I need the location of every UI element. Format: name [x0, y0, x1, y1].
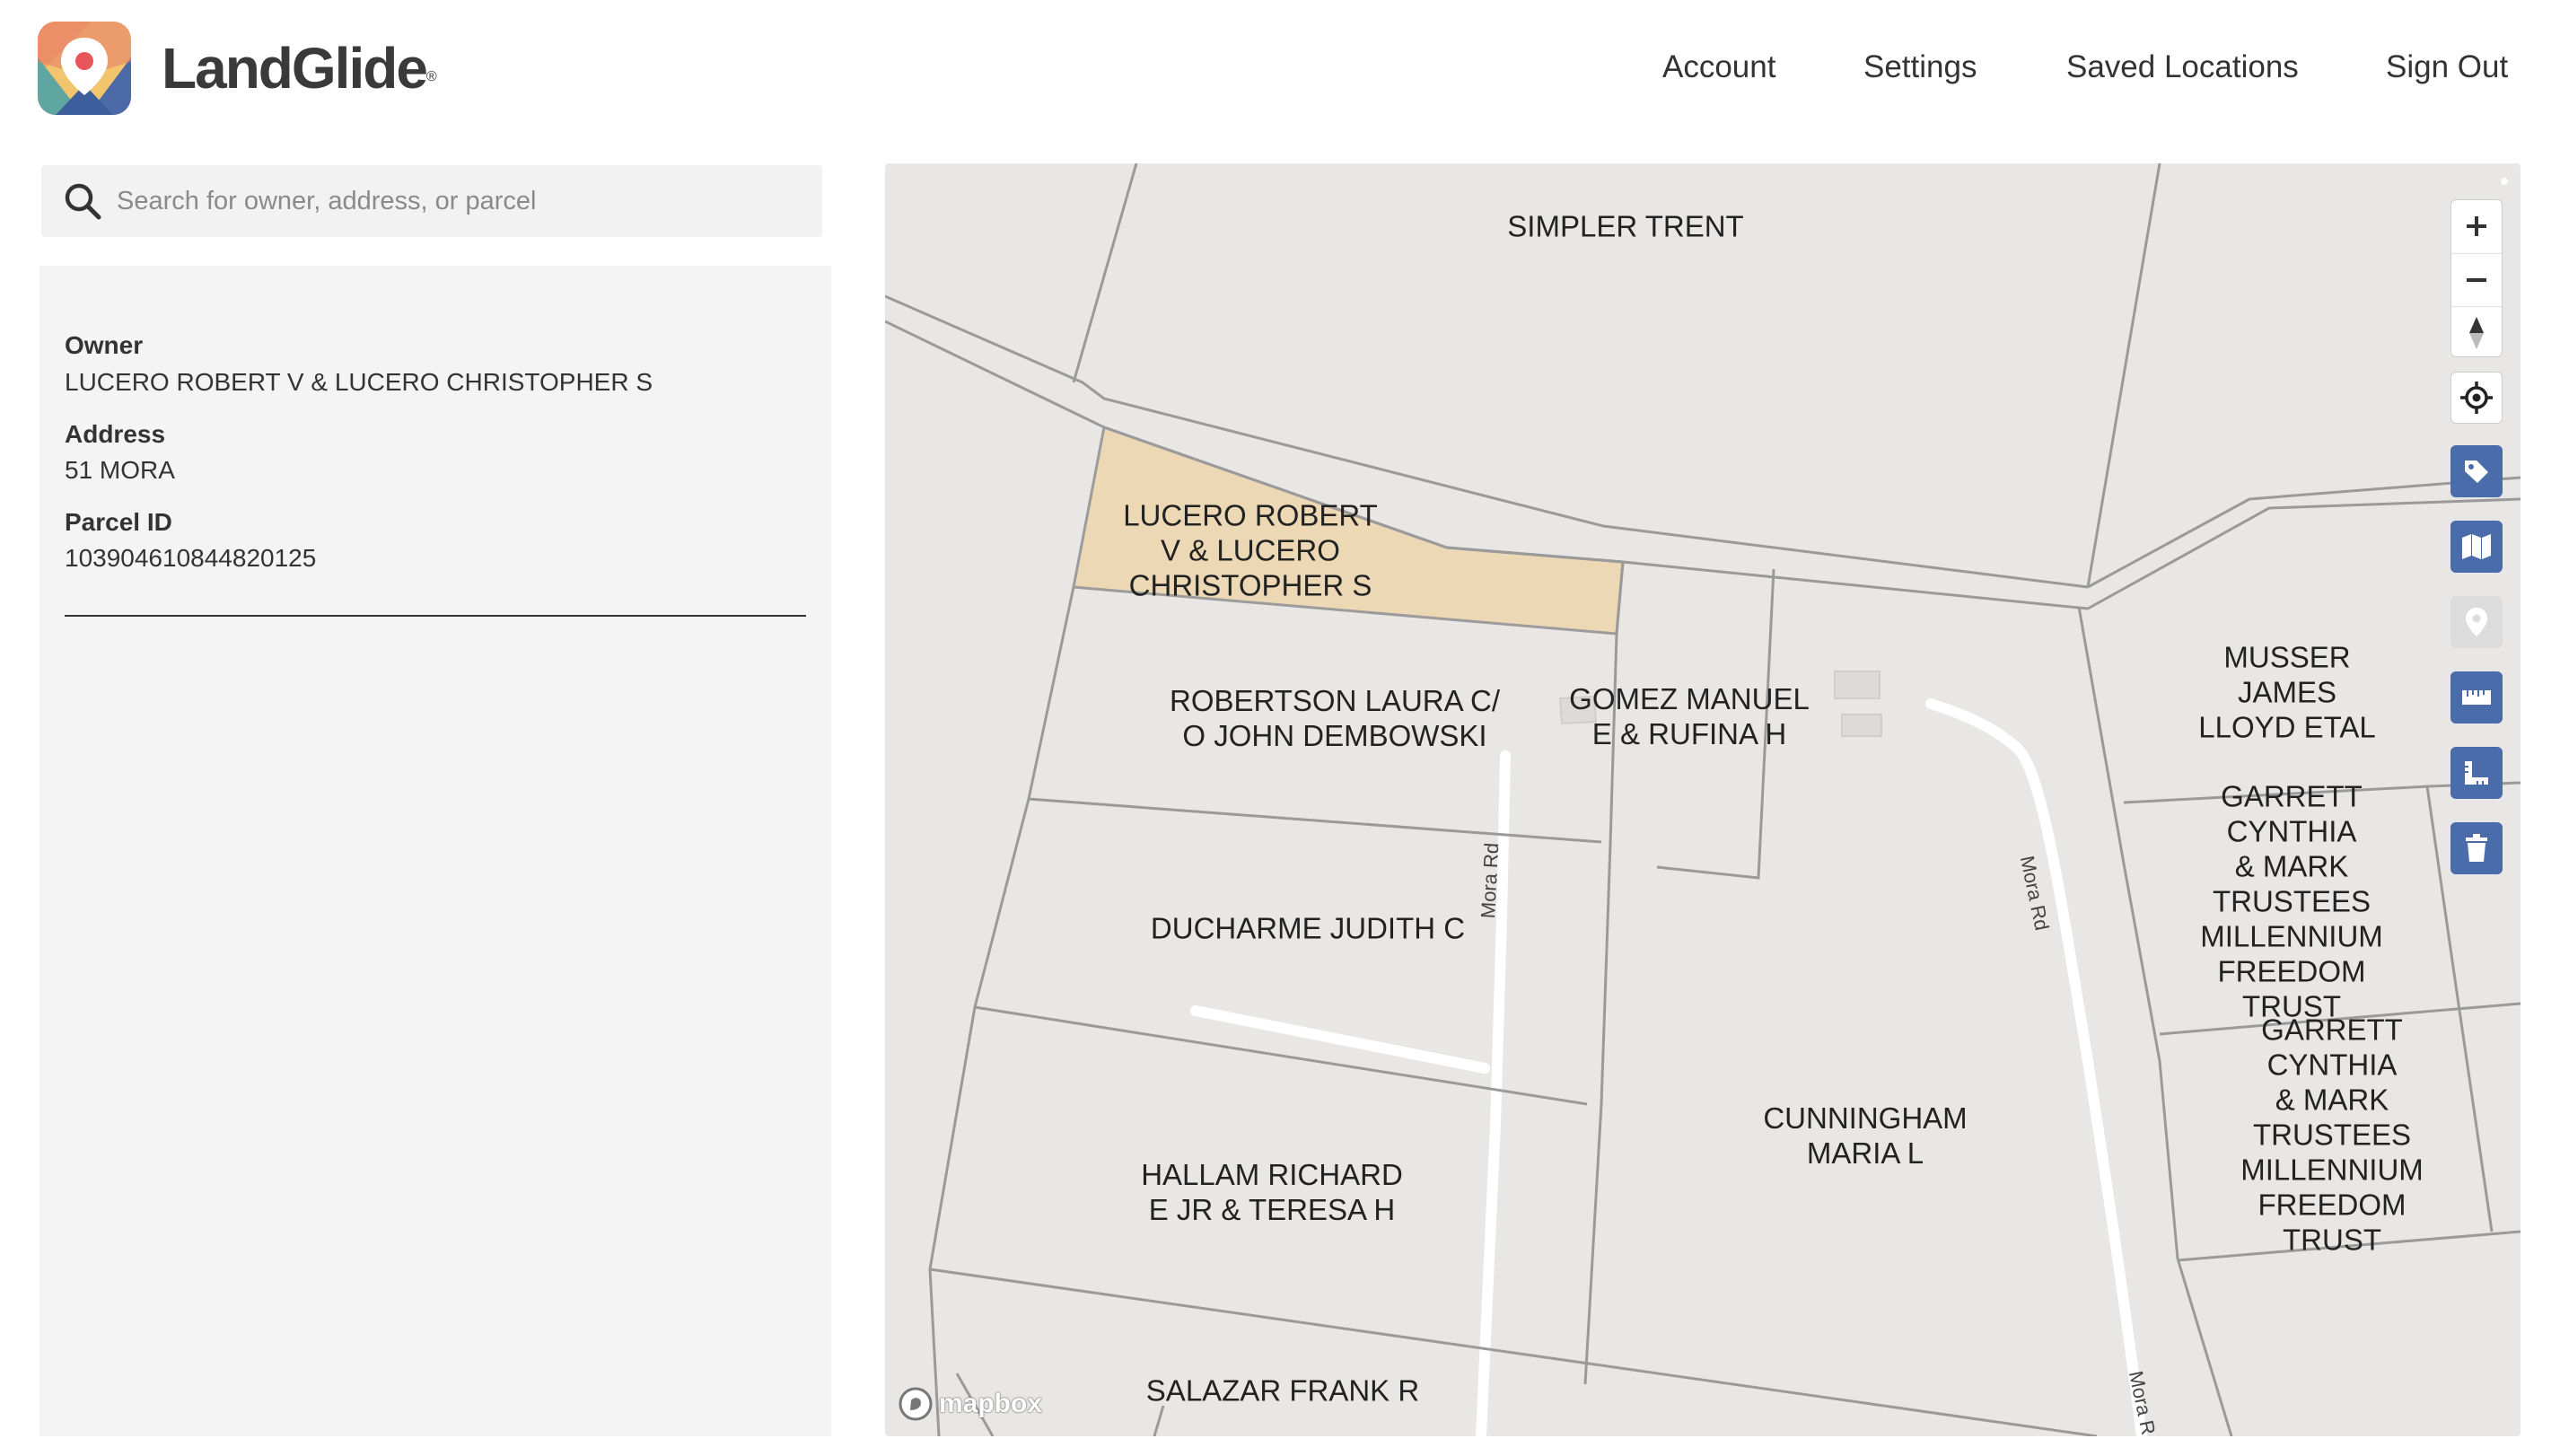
drop-pin-button[interactable] — [2450, 596, 2503, 648]
measure-area-button[interactable] — [2450, 747, 2503, 799]
mapbox-attribution[interactable]: mapbox — [898, 1384, 1042, 1424]
parcel-label-gomez[interactable]: GOMEZ MANUEL E & RUFINA H — [1569, 681, 1810, 751]
reset-north-button[interactable] — [2451, 306, 2502, 356]
map-icon — [2462, 534, 2491, 559]
trash-icon — [2466, 834, 2487, 862]
parcel-label-salazar[interactable]: SALAZAR FRANK R — [1146, 1373, 1419, 1408]
nav-sign-out[interactable]: Sign Out — [2386, 47, 2508, 88]
search-input[interactable] — [117, 165, 799, 237]
parcel-label-musser[interactable]: MUSSER JAMES LLOYD ETAL — [2170, 640, 2404, 745]
crosshair-icon — [2460, 382, 2493, 414]
search-bar — [41, 165, 822, 237]
clear-button[interactable] — [2450, 822, 2503, 874]
mapbox-wordmark: mapbox — [939, 1389, 1043, 1418]
plus-icon — [2467, 216, 2486, 236]
map-view[interactable]: SIMPLER TRENT LUCERO ROBERT V & LUCERO C… — [885, 163, 2521, 1436]
owner-value: LUCERO ROBERT V & LUCERO CHRISTOPHER S — [65, 368, 653, 396]
zoom-in-button[interactable] — [2451, 200, 2502, 252]
parcel-id-value: 103904610844820125 — [65, 544, 317, 572]
parcel-label-lucero[interactable]: LUCERO ROBERT V & LUCERO CHRISTOPHER S — [1123, 498, 1378, 603]
nav-saved-locations[interactable]: Saved Locations — [2066, 47, 2299, 88]
address-value: 51 MORA — [65, 456, 175, 484]
parcel-info-panel: Owner LUCERO ROBERT V & LUCERO CHRISTOPH… — [39, 266, 831, 1436]
area-ruler-icon — [2465, 761, 2488, 785]
map-layers-button[interactable] — [2450, 521, 2503, 573]
app-header: LandGlide® Account Settings Saved Locati… — [0, 0, 2560, 144]
trademark-symbol: ® — [425, 69, 437, 84]
parcel-label-hallam[interactable]: HALLAM RICHARD E JR & TERESA H — [1141, 1157, 1403, 1227]
parcel-label-garrett-2[interactable]: GARRETT CYNTHIA & MARK TRUSTEES MILLENNI… — [2238, 1013, 2426, 1258]
parcel-label-robertson[interactable]: ROBERTSON LAURA C/ O JOHN DEMBOWSKI — [1170, 683, 1500, 753]
zoom-controls — [2450, 199, 2503, 357]
pin-icon — [2466, 608, 2487, 636]
app-logo-text[interactable]: LandGlide® — [162, 34, 437, 102]
ruler-icon — [2462, 690, 2491, 705]
road-label-mora-rd-1: Mora Rd — [1476, 842, 1504, 919]
tag-icon — [2465, 460, 2488, 483]
parcel-label-ducharme[interactable]: DUCHARME JUDITH C — [1151, 911, 1465, 946]
nav-account[interactable]: Account — [1662, 47, 1775, 88]
mapbox-icon — [899, 1387, 933, 1421]
parcel-label-garrett-1[interactable]: GARRETT CYNTHIA & MARK TRUSTEES MILLENNI… — [2178, 779, 2407, 1024]
address-label: Address — [65, 420, 166, 448]
owner-label: Owner — [65, 331, 144, 359]
app-name: LandGlide — [162, 36, 428, 101]
tag-button[interactable] — [2450, 445, 2503, 497]
landglide-logo-icon[interactable] — [38, 22, 131, 115]
parcel-label-cunningham[interactable]: CUNNINGHAM MARIA L — [1763, 1101, 1967, 1171]
parcel-id-label: Parcel ID — [65, 508, 172, 536]
nav-settings[interactable]: Settings — [1863, 47, 1977, 88]
map-corner-dot — [2501, 178, 2508, 185]
zoom-out-button[interactable] — [2451, 253, 2502, 306]
locate-button[interactable] — [2450, 372, 2503, 424]
search-icon — [65, 183, 101, 220]
parcel-label-simpler-trent[interactable]: SIMPLER TRENT — [1507, 209, 1743, 244]
measure-distance-button[interactable] — [2450, 671, 2503, 724]
panel-divider — [65, 615, 806, 617]
minus-icon — [2467, 278, 2486, 282]
compass-icon — [2469, 317, 2484, 349]
